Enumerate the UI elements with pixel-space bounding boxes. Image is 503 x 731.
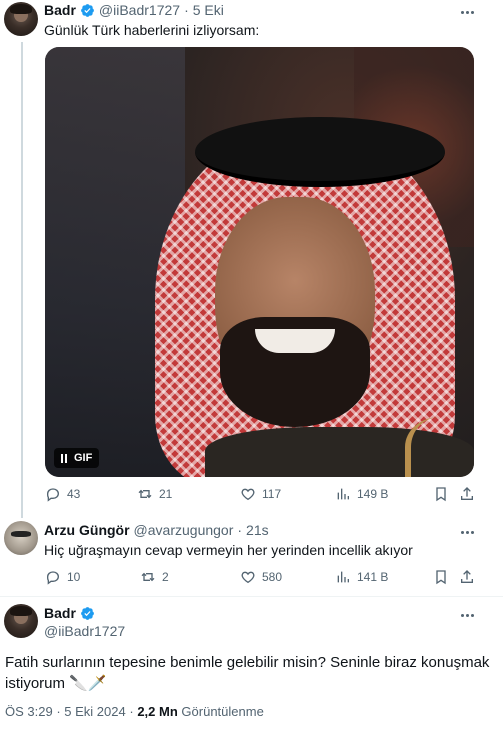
- like-button[interactable]: 580: [240, 569, 282, 585]
- gif-play-control[interactable]: GIF: [54, 448, 100, 468]
- gif-badge: GIF: [74, 452, 93, 464]
- tweet-date[interactable]: 5 Eki 2024: [64, 704, 125, 719]
- like-button[interactable]: 117: [240, 486, 281, 502]
- tweet-meta: ÖS 3:29 · 5 Eki 2024 · 2,2 Mn Görüntülen…: [5, 704, 264, 719]
- bookmark-button[interactable]: [433, 569, 449, 585]
- tweet-timestamp[interactable]: 5 Eki: [193, 2, 224, 18]
- author-name[interactable]: Arzu Güngör: [44, 522, 130, 538]
- author-name[interactable]: Badr: [44, 605, 76, 621]
- author-name[interactable]: Badr: [44, 2, 76, 18]
- views-count: 149 B: [357, 487, 389, 501]
- repost-count: 21: [159, 487, 173, 501]
- thread-connector-line: [21, 42, 23, 518]
- share-button[interactable]: [459, 486, 475, 502]
- repost-icon: [138, 489, 152, 499]
- pause-icon: [61, 453, 67, 463]
- views-count: 141 B: [357, 570, 389, 584]
- bookmark-icon: [436, 570, 446, 585]
- more-options-icon[interactable]: [458, 3, 476, 21]
- tweet-text: Günlük Türk haberlerini izliyorsam:: [44, 22, 260, 38]
- repost-icon: [141, 572, 155, 582]
- reply-count: 43: [67, 487, 81, 501]
- more-options-icon[interactable]: [458, 606, 476, 624]
- views-chart-icon: [337, 488, 349, 500]
- dot-separator: ·: [129, 704, 134, 719]
- reply-icon: [47, 488, 60, 502]
- tweet-time[interactable]: ÖS 3:29: [5, 704, 53, 719]
- share-button[interactable]: [459, 569, 475, 585]
- reply-count: 10: [67, 570, 81, 584]
- divider: [0, 596, 503, 597]
- avatar[interactable]: [4, 2, 38, 36]
- reply-button[interactable]: 43: [45, 486, 80, 502]
- reply-button[interactable]: 10: [45, 569, 80, 585]
- more-options-icon[interactable]: [458, 523, 476, 541]
- tweet-header: Badr @iiBadr1727 · 5 Eki: [44, 2, 224, 18]
- repost-button[interactable]: 21: [137, 486, 172, 502]
- dot-separator: ·: [184, 2, 189, 18]
- avatar[interactable]: [4, 604, 38, 638]
- heart-icon: [241, 488, 255, 501]
- dot-separator: ·: [237, 522, 243, 538]
- views-button[interactable]: 141 B: [335, 569, 388, 585]
- views-chart-icon: [337, 571, 349, 583]
- verified-badge-icon: [81, 606, 94, 620]
- repost-count: 2: [162, 570, 169, 584]
- share-icon: [461, 570, 473, 583]
- like-count: 117: [262, 487, 282, 501]
- repost-button[interactable]: 2: [140, 569, 169, 585]
- bookmark-icon: [436, 487, 446, 502]
- heart-icon: [241, 571, 255, 584]
- tweet-text: Hiç uğraşmayın cevap vermeyin her yerind…: [44, 542, 413, 558]
- tweet-timestamp[interactable]: 21s: [246, 522, 269, 538]
- views-label: Görüntülenme: [181, 704, 264, 719]
- author-handle[interactable]: @avarzugungor: [134, 522, 234, 538]
- tweet-actions: 43 21 117 149 B: [45, 486, 475, 506]
- reply-icon: [47, 571, 60, 585]
- gif-media[interactable]: GIF: [45, 47, 474, 477]
- bookmark-button[interactable]: [433, 486, 449, 502]
- dot-separator: ·: [56, 704, 61, 719]
- main-tweet-text: Fatih surlarının tepesine benimle gelebi…: [5, 654, 490, 692]
- tweet-header: Arzu Güngör @avarzugungor · 21s: [44, 522, 269, 538]
- author-handle[interactable]: @iiBadr1727: [44, 623, 125, 639]
- author-handle[interactable]: @iiBadr1727: [99, 2, 180, 18]
- main-tweet-author: Badr: [44, 605, 95, 621]
- like-count: 580: [262, 570, 283, 584]
- verified-badge-icon: [81, 3, 94, 17]
- avatar[interactable]: [4, 521, 38, 555]
- tweet-actions: 10 2 580 141 B: [45, 569, 475, 589]
- views-total: 2,2 Mn: [137, 704, 178, 719]
- views-button[interactable]: 149 B: [335, 486, 388, 502]
- share-icon: [461, 487, 473, 500]
